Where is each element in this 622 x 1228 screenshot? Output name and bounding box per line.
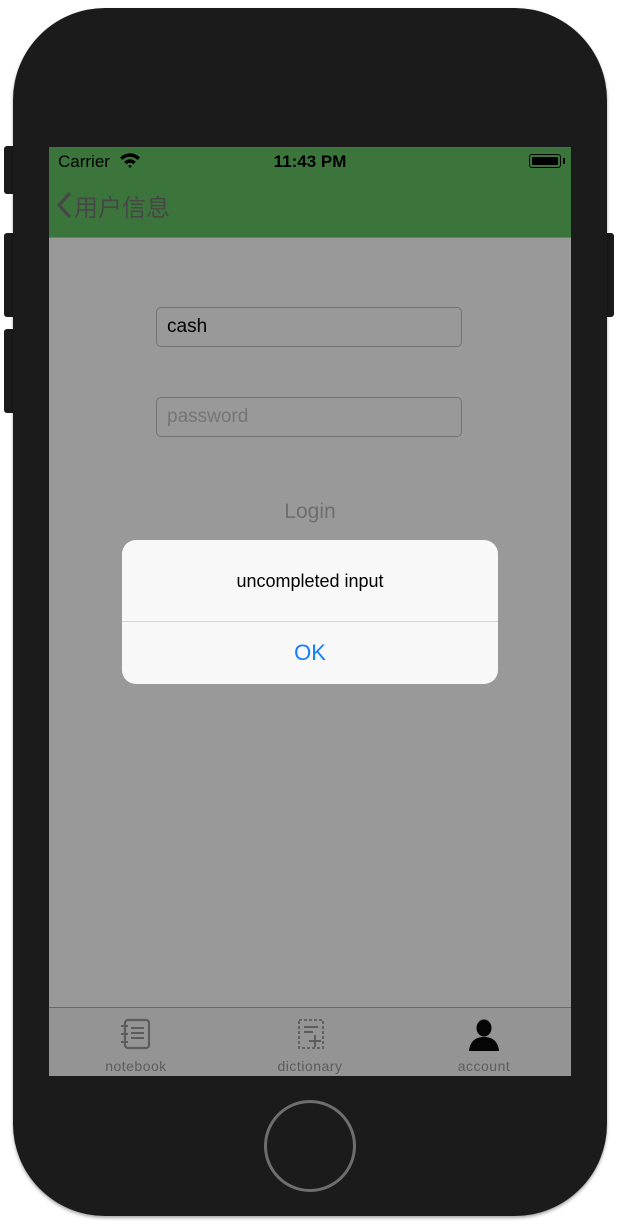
alert-dialog: uncompleted input OK [122, 540, 498, 684]
alert-message: uncompleted input [236, 571, 384, 591]
phone-screen: Carrier 11:43 PM 用户信息 cash password Logi… [49, 147, 571, 1076]
home-button[interactable] [264, 1100, 356, 1192]
ok-button[interactable]: OK [122, 622, 498, 684]
